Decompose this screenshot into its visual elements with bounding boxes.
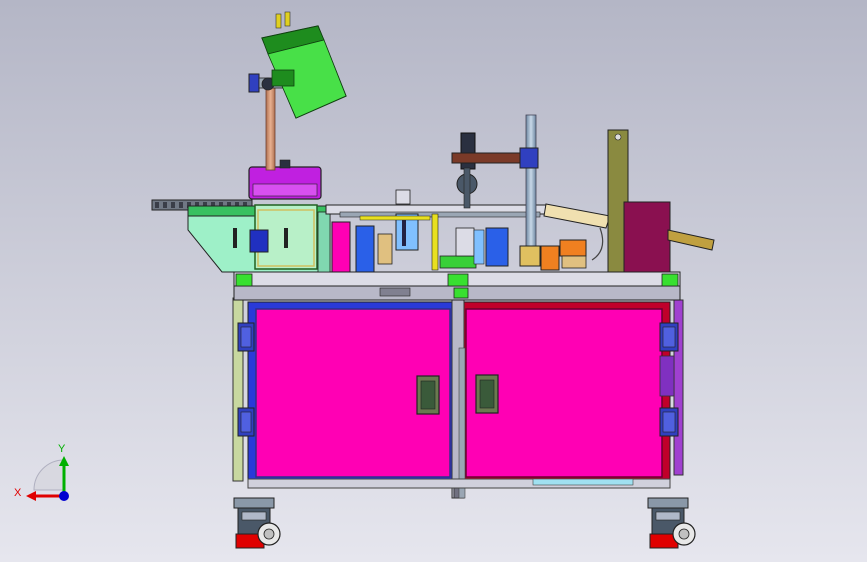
assembly-drawing: Y X (0, 0, 867, 562)
magenta-cylinder (331, 221, 351, 273)
blue-actuator-right (485, 227, 509, 267)
orange-block-2 (559, 239, 587, 257)
tabletop-green-block-left (235, 273, 253, 287)
feeder-blue-block (249, 229, 269, 253)
axis-y-label: Y (58, 443, 66, 455)
cabinet (232, 297, 684, 499)
tabletop-green-block-mid (447, 273, 469, 287)
dark-magenta-housing (623, 201, 671, 273)
left-door-handle (416, 375, 440, 415)
table-top (233, 271, 681, 301)
axis-x-label: X (14, 487, 22, 499)
orange-block-1 (540, 245, 560, 271)
blue-actuator-left (355, 225, 375, 273)
right-door-handle (475, 374, 499, 414)
cad-viewport[interactable]: Y X (0, 0, 867, 562)
